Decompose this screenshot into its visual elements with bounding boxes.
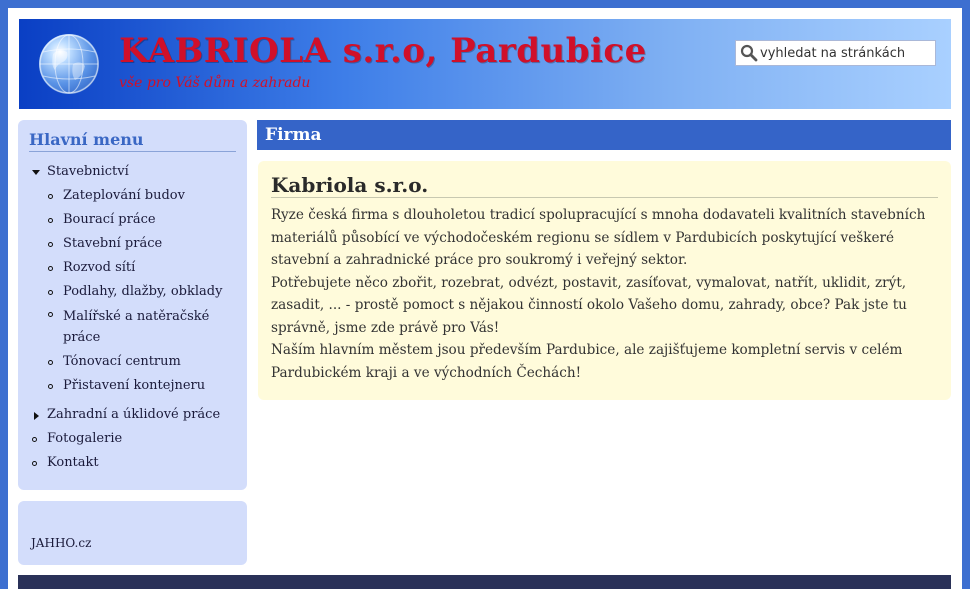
submenu-item[interactable]: Malířské a natěračské práce xyxy=(45,304,236,350)
submenu-item[interactable]: Stavební práce xyxy=(45,232,236,256)
main-menu: Hlavní menu Stavebnictví Zateplování bud… xyxy=(18,120,247,490)
footer-bar xyxy=(18,575,951,589)
menu-item-fotogalerie[interactable]: Fotogalerie xyxy=(29,427,236,451)
menu-item-zahradni[interactable]: Zahradní a úklidové práce xyxy=(29,403,236,427)
submenu-link[interactable]: Zateplování budov xyxy=(63,188,185,203)
site-header: KABRIOLA s.r.o, Pardubice vše pro Váš dů… xyxy=(19,19,951,109)
site-slogan: vše pro Váš dům a zahradu xyxy=(119,75,311,91)
submenu-item[interactable]: Zateplování budov xyxy=(45,184,236,208)
submenu-link[interactable]: Rozvod sítí xyxy=(63,260,135,275)
page: KABRIOLA s.r.o, Pardubice vše pro Váš dů… xyxy=(8,8,962,589)
menu-item-kontakt[interactable]: Kontakt xyxy=(29,451,236,475)
circle-bullet-icon xyxy=(32,461,37,466)
expanded-triangle-icon xyxy=(32,170,40,175)
circle-bullet-icon xyxy=(48,242,53,247)
submenu-item[interactable]: Tónovací centrum xyxy=(45,350,236,374)
circle-bullet-icon xyxy=(48,360,53,365)
submenu-link[interactable]: Podlahy, dlažby, obklady xyxy=(63,284,222,299)
article-paragraph: Naším hlavním městem jsou především Pard… xyxy=(271,342,903,381)
circle-bullet-icon xyxy=(48,384,53,389)
sidebar-footer-box: JAHHO.cz xyxy=(18,501,247,565)
menu-link-fotogalerie[interactable]: Fotogalerie xyxy=(47,431,122,446)
circle-bullet-icon xyxy=(48,312,53,317)
submenu-item[interactable]: Podlahy, dlažby, obklady xyxy=(45,280,236,304)
submenu-link[interactable]: Tónovací centrum xyxy=(63,354,181,369)
site-title[interactable]: KABRIOLA s.r.o, Pardubice xyxy=(119,31,647,71)
submenu-stavebnictvi: Zateplování budov Bourací práce Stavební… xyxy=(45,184,236,398)
circle-bullet-icon xyxy=(48,290,53,295)
article: Kabriola s.r.o. Ryze česká firma s dlouh… xyxy=(258,161,951,400)
search-box[interactable] xyxy=(735,40,936,66)
circle-bullet-icon xyxy=(48,218,53,223)
menu-list: Stavebnictví Zateplování budov Bourací p… xyxy=(29,160,236,475)
collapsed-triangle-icon xyxy=(34,412,39,420)
menu-link-stavebnictvi[interactable]: Stavebnictví xyxy=(47,164,129,179)
article-paragraph: Ryze česká firma s dlouholetou tradicí s… xyxy=(271,207,926,268)
menu-link-zahradni[interactable]: Zahradní a úklidové práce xyxy=(47,407,220,422)
search-input[interactable] xyxy=(760,42,932,64)
menu-link-kontakt[interactable]: Kontakt xyxy=(47,455,99,470)
article-heading: Kabriola s.r.o. xyxy=(271,173,938,198)
submenu-link[interactable]: Stavební práce xyxy=(63,236,162,251)
menu-title: Hlavní menu xyxy=(29,130,236,152)
submenu-link[interactable]: Bourací práce xyxy=(63,212,156,227)
menu-item-stavebnictvi[interactable]: Stavebnictví Zateplování budov Bourací p… xyxy=(29,160,236,398)
circle-bullet-icon xyxy=(32,437,37,442)
article-paragraph: Potřebujete něco zbořit, rozebrat, odvéz… xyxy=(271,274,907,336)
submenu-link[interactable]: Přistavení kontejneru xyxy=(63,378,205,393)
search-icon[interactable] xyxy=(738,42,760,64)
circle-bullet-icon xyxy=(48,266,53,271)
submenu-link[interactable]: Malířské a natěračské práce xyxy=(63,309,209,345)
submenu-item[interactable]: Bourací práce xyxy=(45,208,236,232)
jahho-link[interactable]: JAHHO.cz xyxy=(31,536,91,550)
section-title: Firma xyxy=(257,120,951,150)
submenu-item[interactable]: Přistavení kontejneru xyxy=(45,374,236,398)
globe-icon xyxy=(39,34,99,94)
submenu-item[interactable]: Rozvod sítí xyxy=(45,256,236,280)
circle-bullet-icon xyxy=(48,194,53,199)
